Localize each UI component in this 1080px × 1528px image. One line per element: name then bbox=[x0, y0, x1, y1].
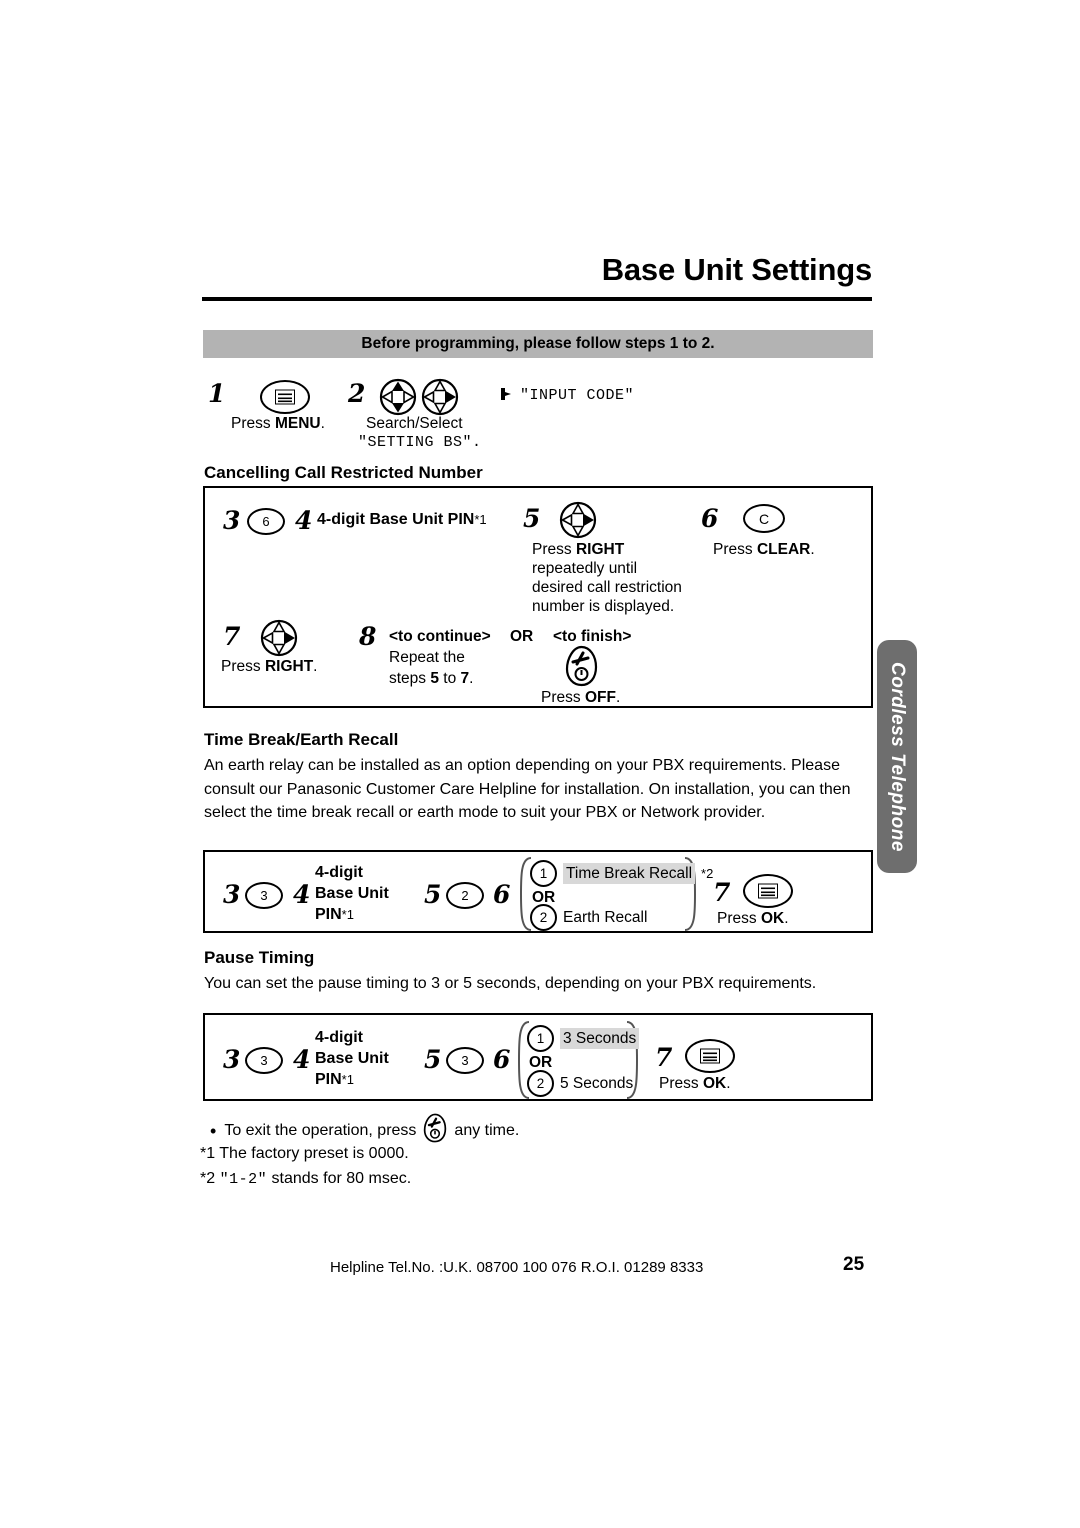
step-8-repeat-line2: steps 5 to 7. bbox=[389, 670, 474, 687]
step-5-number: 5 bbox=[424, 880, 442, 909]
side-tab-label: Cordless Telephone bbox=[887, 661, 908, 852]
option-1-label: 3 Seconds bbox=[560, 1028, 640, 1049]
footer-helpline: Helpline Tel.No. :U.K. 08700 100 076 R.O… bbox=[330, 1259, 704, 1276]
section-heading-cancelling: Cancelling Call Restricted Number bbox=[204, 463, 483, 482]
step-4-label: 4-digit Base Unit PIN*1 bbox=[317, 511, 487, 528]
intro-step-2-caption-line2: "SETTING BS". bbox=[358, 434, 482, 451]
option-1-row[interactable]: 1 Time Break Recall *2 bbox=[530, 860, 713, 887]
step-8-finish-label: <to finish> bbox=[553, 628, 632, 645]
step-6-number: 6 bbox=[493, 880, 511, 909]
off-key-icon bbox=[423, 1113, 447, 1148]
step-8-number: 8 bbox=[359, 622, 377, 651]
option-1-label: Time Break Recall bbox=[563, 863, 696, 884]
ok-key-icon bbox=[743, 874, 793, 908]
intro-step-2-caption-line1: Search/Select bbox=[366, 415, 463, 432]
footnote-1: *1 The factory preset is 0000. bbox=[200, 1145, 409, 1162]
procedure-box-pause-timing: 3 3 4 4-digit Base Unit PIN*1 5 3 6 1 3 … bbox=[203, 1013, 873, 1101]
banner-text: Before programming, please follow steps … bbox=[361, 335, 715, 352]
step-3-number: 3 bbox=[223, 1045, 241, 1074]
section-heading-pause-timing: Pause Timing bbox=[204, 948, 315, 967]
display-input-code: "INPUT CODE" bbox=[520, 387, 635, 404]
option-1-note: *2 bbox=[701, 866, 714, 881]
step-7-caption: Press OK. bbox=[717, 910, 789, 927]
step-7-number: 7 bbox=[223, 622, 241, 651]
procedure-box-time-break: 3 3 4 4-digit Base Unit PIN*1 5 2 6 1 Ti… bbox=[203, 850, 873, 933]
page-title: Base Unit Settings bbox=[601, 252, 872, 287]
exit-note-prefix: To exit the operation, press bbox=[224, 1121, 417, 1139]
option-2-label: Earth Recall bbox=[563, 909, 648, 926]
section-body-time-break: An earth relay can be installed as an op… bbox=[204, 757, 851, 821]
step-3-number: 3 bbox=[223, 880, 241, 909]
step-6-number: 6 bbox=[701, 504, 719, 533]
step-5-number: 5 bbox=[523, 504, 541, 533]
nav-right-icon bbox=[558, 500, 598, 545]
clear-key-icon: C bbox=[743, 504, 785, 533]
option-2-row[interactable]: 2 5 Seconds bbox=[527, 1070, 633, 1097]
option-1-circle: 1 bbox=[530, 860, 557, 887]
option-2-circle: 2 bbox=[530, 904, 557, 931]
intro-step-1-caption: Press MENU. bbox=[231, 415, 325, 432]
exit-note-suffix: any time. bbox=[454, 1121, 520, 1139]
step-7-caption: Press OK. bbox=[659, 1075, 731, 1092]
intro-step-1-number: 1 bbox=[208, 379, 226, 408]
footer-page-number: 25 bbox=[843, 1254, 865, 1275]
option-2-circle: 2 bbox=[527, 1070, 554, 1097]
key-3-icon: 3 bbox=[245, 1047, 283, 1074]
section-heading-time-break: Time Break/Earth Recall bbox=[204, 730, 399, 749]
step-6-caption: Press CLEAR. bbox=[713, 541, 815, 558]
step-8-repeat-line1: Repeat the bbox=[389, 649, 465, 666]
step-8-continue-label: <to continue> bbox=[389, 628, 491, 645]
step-4-number: 4 bbox=[293, 880, 311, 909]
option-1-circle: 1 bbox=[527, 1025, 554, 1052]
step-6-number: 6 bbox=[493, 1045, 511, 1074]
key-6-icon: 6 bbox=[247, 508, 285, 535]
step-5-caption: Press RIGHT repeatedly until desired cal… bbox=[532, 541, 682, 615]
step-7-number: 7 bbox=[655, 1043, 673, 1072]
step-4-number: 4 bbox=[295, 506, 313, 535]
key-3-icon: 3 bbox=[245, 882, 283, 909]
footnote-2-code: "1-2" bbox=[219, 1171, 268, 1188]
step-4-number: 4 bbox=[293, 1045, 311, 1074]
off-key-icon bbox=[565, 645, 598, 692]
section-body-pause-timing: You can set the pause timing to 3 or 5 s… bbox=[204, 975, 817, 992]
option-2-label: 5 Seconds bbox=[560, 1075, 634, 1092]
step-5-number: 5 bbox=[424, 1045, 442, 1074]
manual-page: Base Unit Settings Before programming, p… bbox=[0, 0, 1080, 1528]
side-tab-cordless-telephone: Cordless Telephone bbox=[877, 640, 917, 873]
key-2-icon: 2 bbox=[446, 882, 484, 909]
banner-before-programming: Before programming, please follow steps … bbox=[203, 330, 873, 358]
step-7-caption: Press RIGHT. bbox=[221, 658, 318, 675]
menu-key-icon bbox=[260, 380, 310, 414]
ok-key-icon bbox=[685, 1039, 735, 1073]
intro-step-2-number: 2 bbox=[348, 379, 366, 408]
footnote-2: *2 "1-2" stands for 80 msec. bbox=[200, 1170, 412, 1188]
step-7-number: 7 bbox=[713, 878, 731, 907]
step-4-pin-label: 4-digit Base Unit PIN*1 bbox=[315, 864, 389, 923]
step-8-or: OR bbox=[510, 628, 534, 645]
option-1-row[interactable]: 1 3 Seconds bbox=[527, 1025, 640, 1052]
title-divider bbox=[202, 297, 872, 301]
exit-note: • To exit the operation, press any time. bbox=[210, 1113, 519, 1148]
bullet-icon: • bbox=[210, 1120, 217, 1141]
key-3-icon: 3 bbox=[446, 1047, 484, 1074]
arrow-marker-icon bbox=[500, 386, 512, 407]
step-8-off-caption: Press OFF. bbox=[541, 689, 621, 706]
step-4-pin-label: 4-digit Base Unit PIN*1 bbox=[315, 1029, 389, 1088]
procedure-box-cancelling: 3 6 4 4-digit Base Unit PIN*1 5 Press RI… bbox=[203, 486, 873, 708]
option-2-row[interactable]: 2 Earth Recall bbox=[530, 904, 647, 931]
step-3-number: 3 bbox=[223, 506, 241, 535]
